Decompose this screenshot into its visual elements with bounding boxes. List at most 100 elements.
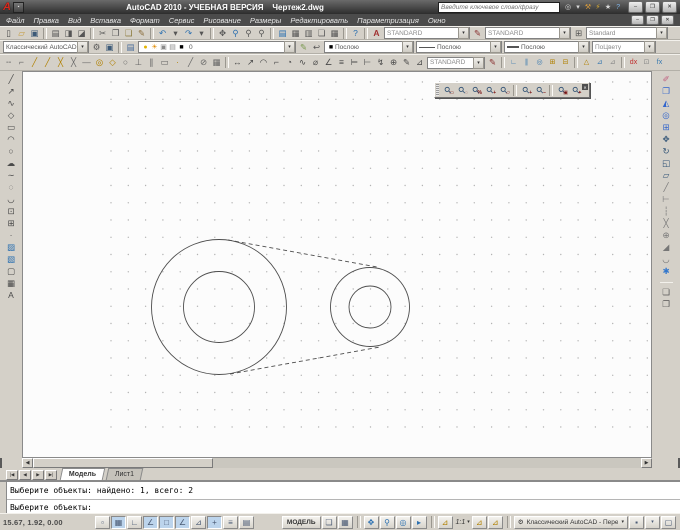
status-menu-dropdown-icon[interactable]: ▾: [645, 515, 660, 529]
move-icon[interactable]: ✥: [660, 133, 673, 145]
lineweight-combo[interactable]: Послою ▾: [504, 41, 590, 53]
dim-linear-icon[interactable]: ↔: [231, 57, 244, 69]
annotation-autoscale-icon[interactable]: ⊿: [487, 515, 503, 529]
zoom-extents-icon[interactable]: ⚲ ✦: [569, 83, 583, 98]
workspace-combo[interactable]: Классический AutoCAD ▾: [3, 41, 89, 53]
menu-format[interactable]: Формат: [130, 16, 160, 25]
pan-realtime-icon[interactable]: ✥: [216, 27, 229, 39]
workspace-switcher[interactable]: ⚙ Классический AutoCAD - Пере ▾: [513, 515, 628, 529]
close-button[interactable]: ✕: [662, 1, 677, 13]
snap-perpendicular-icon[interactable]: ⊥: [132, 57, 145, 69]
status-zoom-icon[interactable]: ⚲: [379, 515, 395, 529]
model-space-button[interactable]: МОДЕЛЬ: [281, 515, 321, 529]
zoom-in-icon[interactable]: ⚲ +: [519, 83, 533, 98]
close-icon[interactable]: ✕: [582, 84, 588, 90]
object-snap-toggle[interactable]: □: [159, 515, 174, 529]
explode-icon[interactable]: ✱: [660, 265, 673, 277]
ellipse-icon[interactable]: ◌: [5, 181, 18, 193]
last-tab-button[interactable]: ▶|: [45, 470, 57, 480]
dim-center-mark-icon[interactable]: ⊕: [387, 57, 400, 69]
save-icon[interactable]: ▣: [28, 27, 41, 39]
redo-dropdown[interactable]: ▾: [195, 27, 208, 39]
redo-icon[interactable]: ↷: [182, 27, 195, 39]
layer-freeze-icon[interactable]: ☀: [150, 41, 159, 53]
array-icon[interactable]: ⊞: [660, 121, 673, 133]
gradient-icon[interactable]: ▧: [5, 253, 18, 265]
rectangle-icon[interactable]: ▭: [5, 121, 18, 133]
scale-icon[interactable]: ◱: [660, 157, 673, 169]
linetype-combo[interactable]: Послою ▾: [416, 41, 502, 53]
infocenter-search-input[interactable]: [438, 1, 560, 13]
search-options-dropdown[interactable]: ▾: [573, 2, 583, 12]
dimensional-constraint-icon[interactable]: △: [580, 57, 593, 69]
dim-angular-icon[interactable]: ∠: [322, 57, 335, 69]
chevron-down-icon[interactable]: ▾: [458, 27, 469, 39]
chevron-down-icon[interactable]: ▾: [656, 27, 667, 39]
region-icon[interactable]: ▢: [5, 265, 18, 277]
chevron-down-icon[interactable]: ▾: [559, 27, 570, 39]
command-window[interactable]: Выберите объекты: найдено: 1, всего: 2 В…: [0, 480, 680, 513]
workspace-settings-icon[interactable]: ⚙: [90, 41, 103, 53]
fillet-icon[interactable]: ◡: [660, 253, 673, 265]
ellipse-arc-icon[interactable]: ◡: [5, 193, 18, 205]
designcenter-icon[interactable]: ▦: [289, 27, 302, 39]
paste-icon[interactable]: ❏: [122, 27, 135, 39]
dim-continue-icon[interactable]: ⊢: [361, 57, 374, 69]
dim-radius-icon[interactable]: ◔: [283, 57, 296, 69]
layer-plot-icon[interactable]: ▤: [168, 41, 177, 53]
grid-toggle[interactable]: ▦: [111, 515, 126, 529]
plot-icon[interactable]: ▤: [49, 27, 62, 39]
chamfer-icon[interactable]: ◢: [660, 241, 673, 253]
layer-previous-icon[interactable]: ↩: [310, 41, 323, 53]
menu-insert[interactable]: Вставка: [90, 16, 121, 25]
snap-endpoint-icon[interactable]: ╱: [28, 57, 41, 69]
dim-style-combo-2[interactable]: STANDARD ▾: [427, 56, 485, 69]
mtext-icon[interactable]: A: [5, 289, 18, 301]
layer-properties-icon[interactable]: ▤: [124, 41, 137, 53]
break-at-point-icon[interactable]: ┆: [660, 205, 673, 217]
revision-cloud-icon[interactable]: ☁: [5, 157, 18, 169]
parameters-manager-icon[interactable]: fx: [653, 57, 666, 69]
command-prompt-line[interactable]: Выберите объекты:: [10, 503, 676, 512]
zoom-object-icon[interactable]: ⚲ ▱: [497, 83, 511, 98]
snap-node-icon[interactable]: ·: [171, 57, 184, 69]
bring-to-front-icon[interactable]: ❏: [660, 286, 673, 298]
annotation-scale-value[interactable]: 1:1 ▾: [454, 516, 472, 529]
steering-wheel-icon[interactable]: ◎: [395, 515, 411, 529]
zoom-previous-icon[interactable]: ⚲: [255, 27, 268, 39]
subscription-center-icon[interactable]: ⚒: [583, 2, 593, 12]
constraint-coincident-icon[interactable]: ∟: [507, 57, 520, 69]
copy-icon[interactable]: ❐: [660, 85, 673, 97]
zoom-window-icon[interactable]: ⚲ ▭: [441, 83, 455, 98]
snap-from-icon[interactable]: ⌐: [15, 57, 28, 69]
quickcalc-icon[interactable]: ▦: [328, 27, 341, 39]
menu-edit[interactable]: Правка: [34, 16, 59, 25]
constraint-parallel-icon[interactable]: ∥: [520, 57, 533, 69]
annotation-visibility-icon[interactable]: ⊿: [471, 515, 487, 529]
chevron-down-icon[interactable]: ▾: [490, 41, 501, 53]
snap-none-icon[interactable]: ⊘: [197, 57, 210, 69]
construction-line-icon[interactable]: ↗: [5, 85, 18, 97]
infocenter-help-icon[interactable]: ?: [613, 2, 623, 12]
menu-file[interactable]: Файл: [6, 16, 25, 25]
spline-icon[interactable]: ∼: [5, 169, 18, 181]
snap-extension-icon[interactable]: —: [80, 57, 93, 69]
menu-view[interactable]: Вид: [68, 16, 81, 25]
snap-tangent-icon[interactable]: ○: [119, 57, 132, 69]
object-snap-tracking-toggle[interactable]: ∠: [175, 515, 190, 529]
line-icon[interactable]: ╱: [5, 73, 18, 85]
send-to-back-icon[interactable]: ❐: [660, 298, 673, 310]
tool-palettes-icon[interactable]: ▥: [302, 27, 315, 39]
drawing-svg[interactable]: [23, 72, 653, 459]
toolbar-lock-icon[interactable]: ▪: [629, 515, 644, 529]
sheetset-manager-icon[interactable]: ❏: [315, 27, 328, 39]
snap-apparent-intersection-icon[interactable]: ╳: [67, 57, 80, 69]
constraint-concentric-icon[interactable]: ◎: [533, 57, 546, 69]
annotation-scale-icon[interactable]: ⊿: [437, 515, 453, 529]
undo-dropdown[interactable]: ▾: [169, 27, 182, 39]
horizontal-scrollbar[interactable]: ◀ ▶: [22, 458, 652, 468]
publish-icon[interactable]: ◪: [75, 27, 88, 39]
copy-clip-icon[interactable]: ❐: [109, 27, 122, 39]
toolbar-drag-handle[interactable]: [436, 84, 439, 96]
search-binoculars-icon[interactable]: ◎: [563, 2, 573, 12]
